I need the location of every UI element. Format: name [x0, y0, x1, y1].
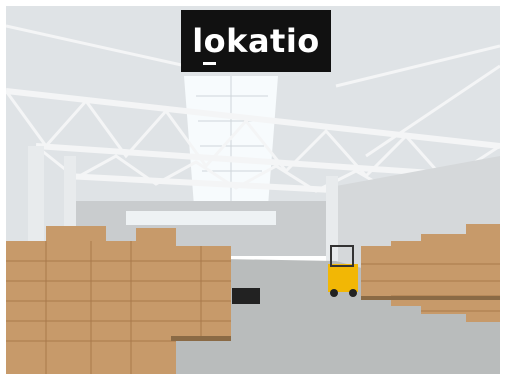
brand-logo: lokatio [181, 10, 331, 72]
logo-underline-mark [203, 62, 216, 65]
back-windows [126, 211, 276, 225]
floor-cart [232, 288, 260, 304]
listing-photo-frame: lokatio [0, 0, 505, 380]
brand-logo-text: lokatio [192, 22, 320, 60]
